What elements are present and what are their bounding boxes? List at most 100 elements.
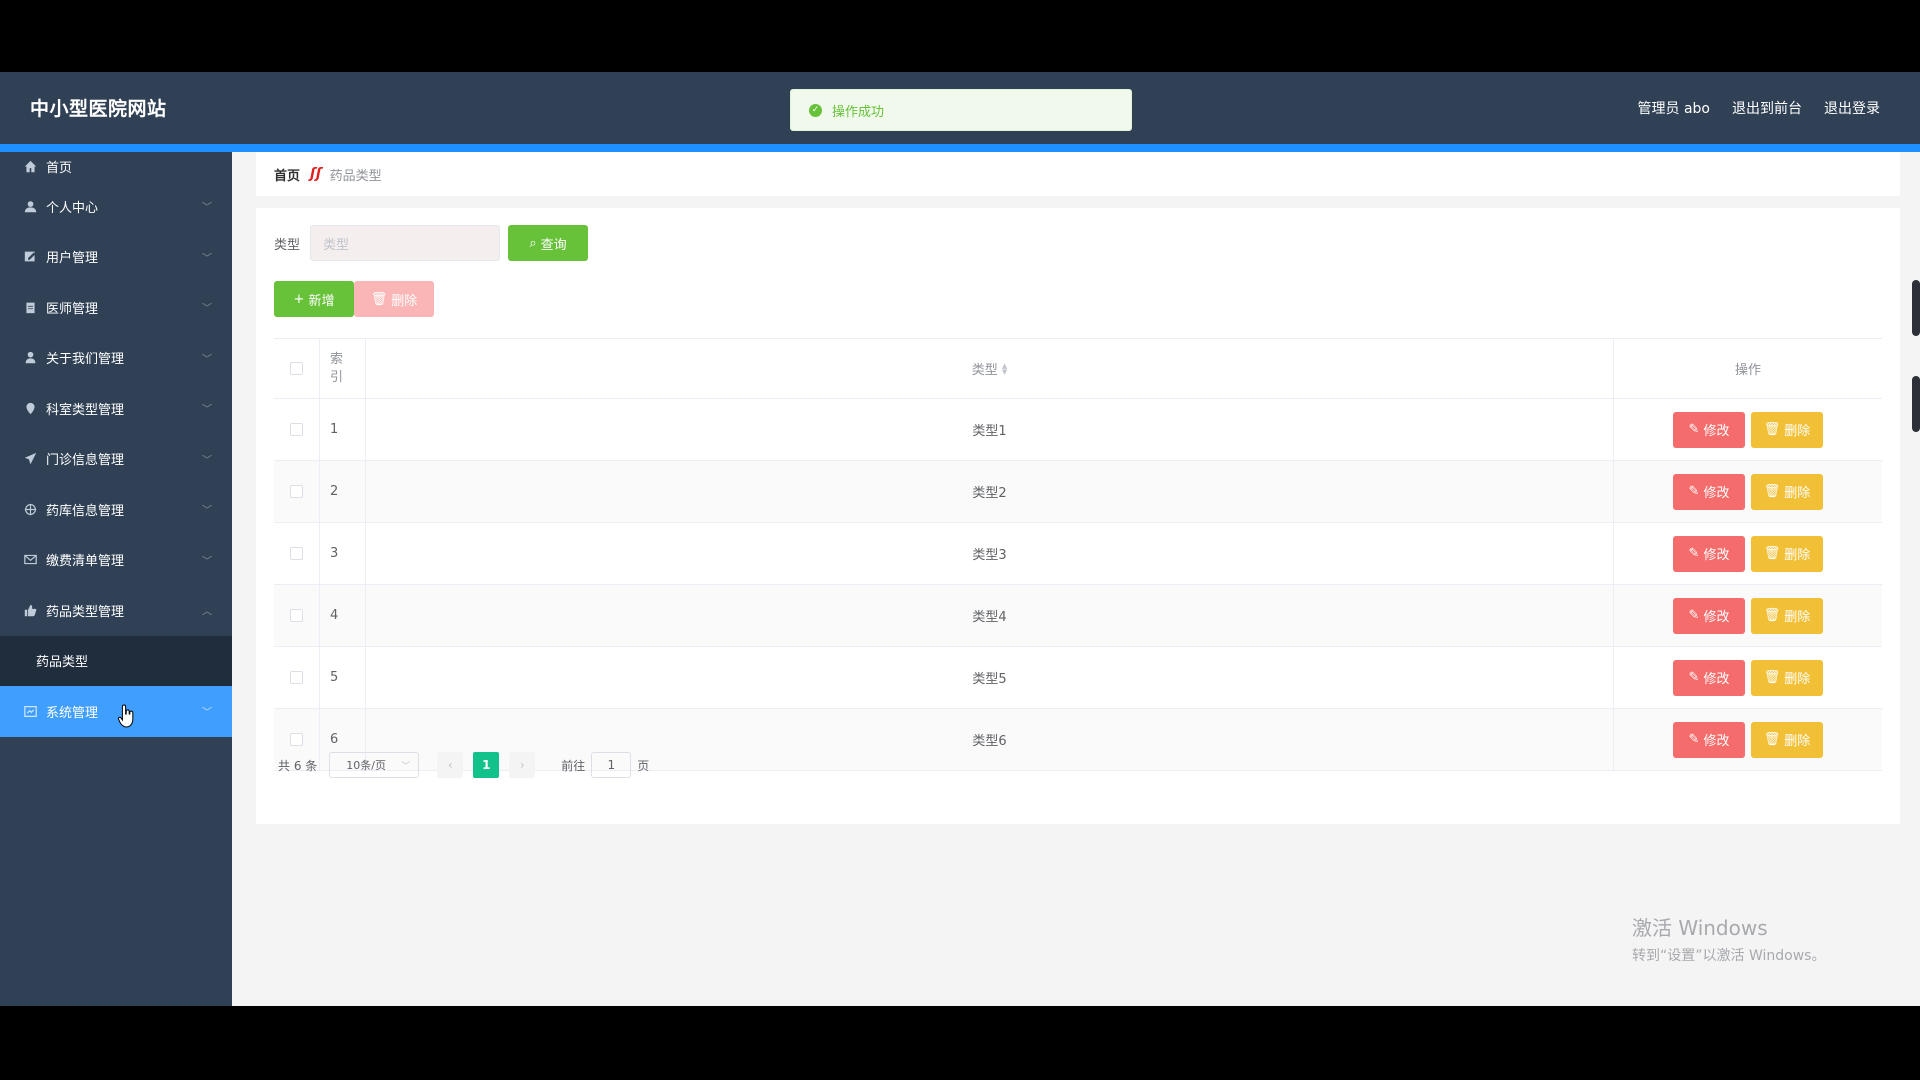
delete-button[interactable]: 🗑 删除 <box>1751 597 1823 634</box>
admin-user-label[interactable]: 管理员 abo <box>1638 98 1710 118</box>
header-type[interactable]: 类型 ▲ ▼ <box>366 339 1614 398</box>
scrollbar-thumb[interactable] <box>1912 376 1920 432</box>
select-all-checkbox[interactable] <box>290 362 303 375</box>
header-index: 索引 <box>320 339 366 398</box>
sidebar-item-label: 医师管理 <box>46 301 99 317</box>
sidebar-item-home[interactable]: 首页 <box>0 152 232 181</box>
batch-delete-button[interactable]: 🗑 删除 <box>354 281 434 317</box>
search-button[interactable]: ⌕ 查询 <box>508 225 589 261</box>
row-actions: ✎ 修改 🗑 删除 <box>1614 585 1882 646</box>
delete-button[interactable]: 🗑 删除 <box>1751 473 1823 510</box>
row-checkbox-cell <box>274 461 320 522</box>
prev-page-button[interactable]: ‹ <box>437 752 464 778</box>
chevron-down-icon: ﹀ <box>202 556 212 568</box>
row-index: 5 <box>320 647 366 708</box>
breadcrumb-home[interactable]: 首页 <box>274 165 300 184</box>
page-number-current[interactable]: 1 <box>473 752 500 778</box>
pagination: 共 6 条 10条/页 ﹀ ‹ 1 › 前往 1 页 <box>278 752 649 778</box>
row-actions: ✎ 修改 🗑 删除 <box>1614 647 1882 708</box>
sidebar-item-label: 药品类型管理 <box>46 604 125 620</box>
type-search-input[interactable]: 类型 <box>310 225 501 261</box>
add-button[interactable]: + 新增 <box>274 281 354 317</box>
sidebar-item-doctors[interactable]: 医师管理 ﹀ <box>0 282 232 333</box>
sidebar-item-label: 门诊信息管理 <box>46 453 125 469</box>
edit-label: 修改 <box>1703 548 1730 563</box>
next-page-button[interactable]: › <box>509 752 536 778</box>
sidebar-item-label: 科室类型管理 <box>46 402 125 418</box>
table-row: 1 类型1 ✎ 修改 🗑 删除 <box>274 399 1882 461</box>
trash-icon: 🗑 <box>370 291 388 307</box>
edit-label: 修改 <box>1703 424 1730 439</box>
edit-label: 修改 <box>1703 672 1730 687</box>
row-type: 类型2 <box>366 461 1614 522</box>
delete-label: 删除 <box>1784 672 1811 687</box>
header-type-label: 类型 <box>971 363 998 378</box>
sidebar-item-profile[interactable]: 个人中心 ﹀ <box>0 181 232 232</box>
sidebar-item-drug-types[interactable]: 药品类型管理 ︿ <box>0 585 232 636</box>
sidebar-item-system[interactable]: 系统管理 ﹀ <box>0 686 232 737</box>
sidebar-item-users[interactable]: 用户管理 ﹀ <box>0 232 232 283</box>
table-row: 3 类型3 ✎ 修改 🗑 删除 <box>274 523 1882 585</box>
row-checkbox[interactable] <box>290 609 303 622</box>
breadcrumb-separator-icon: ʃʃ <box>310 166 322 182</box>
sidebar-subitem-drug-type[interactable]: 药品类型 <box>0 635 232 686</box>
header-op-label: 操作 <box>1734 363 1761 378</box>
edit-button[interactable]: ✎ 修改 <box>1673 597 1745 634</box>
sidebar-menu: 首页 个人中心 ﹀ 用户管理 ﹀ 医师管理 ﹀ 关于我们管理 ﹀ 科室类型管理 … <box>0 152 232 1006</box>
person-icon <box>22 350 38 366</box>
row-type: 类型1 <box>366 399 1614 460</box>
drug-type-table: 索引 类型 ▲ ▼ 操作 1 类型1 ✎ 修改 🗑 删除 2 类型2 ✎ 修改 … <box>274 338 1882 771</box>
row-actions: ✎ 修改 🗑 删除 <box>1614 523 1882 584</box>
row-type: 类型3 <box>366 523 1614 584</box>
row-checkbox[interactable] <box>290 671 303 684</box>
check-circle-icon: ✓ <box>809 103 822 117</box>
search-label: 类型 <box>274 237 301 253</box>
delete-label: 删除 <box>1784 548 1811 563</box>
sidebar-item-departments[interactable]: 科室类型管理 ﹀ <box>0 383 232 434</box>
edit-button[interactable]: ✎ 修改 <box>1673 721 1745 758</box>
scrollbar-thumb[interactable] <box>1912 280 1920 336</box>
sidebar-item-outpatient[interactable]: 门诊信息管理 ﹀ <box>0 434 232 485</box>
delete-button[interactable]: 🗑 删除 <box>1751 411 1823 448</box>
exit-to-front-link[interactable]: 退出到前台 <box>1732 98 1802 118</box>
sidebar-item-pharmacy[interactable]: 药库信息管理 ﹀ <box>0 484 232 535</box>
search-form: 类型 类型 ⌕ 查询 <box>274 225 589 261</box>
watermark-title: 激活 Windows <box>1632 916 1768 940</box>
page-size-select[interactable]: 10条/页 ﹀ <box>329 752 420 778</box>
goto-page-input[interactable]: 1 <box>591 752 632 778</box>
row-checkbox-cell <box>274 399 320 460</box>
header-checkbox-cell <box>274 339 320 398</box>
delete-label: 删除 <box>1784 486 1811 501</box>
row-checkbox[interactable] <box>290 547 303 560</box>
sidebar-item-label: 首页 <box>46 161 73 176</box>
chevron-down-icon: ﹀ <box>202 253 212 265</box>
sidebar-item-billing[interactable]: 缴费清单管理 ﹀ <box>0 535 232 586</box>
delete-button[interactable]: 🗑 删除 <box>1751 721 1823 758</box>
pencil-icon: ✎ <box>1688 608 1700 623</box>
sidebar-item-about[interactable]: 关于我们管理 ﹀ <box>0 333 232 384</box>
edit-button[interactable]: ✎ 修改 <box>1673 659 1745 696</box>
delete-label: 删除 <box>1784 424 1811 439</box>
sort-icon[interactable]: ▲ ▼ <box>1002 362 1007 375</box>
row-checkbox[interactable] <box>290 733 303 746</box>
edit-button[interactable]: ✎ 修改 <box>1673 411 1745 448</box>
row-checkbox[interactable] <box>290 485 303 498</box>
row-checkbox-cell <box>274 647 320 708</box>
trash-icon: 🗑 <box>1763 732 1781 747</box>
chevron-down-icon: ﹀ <box>202 707 212 719</box>
row-checkbox[interactable] <box>290 423 303 436</box>
edit-button[interactable]: ✎ 修改 <box>1673 535 1745 572</box>
hand-cursor-icon <box>118 704 134 728</box>
delete-button[interactable]: 🗑 删除 <box>1751 535 1823 572</box>
delete-button[interactable]: 🗑 删除 <box>1751 659 1823 696</box>
pencil-icon: ✎ <box>1688 546 1700 561</box>
pencil-icon: ✎ <box>1688 422 1700 437</box>
delete-label: 删除 <box>1784 610 1811 625</box>
logout-link[interactable]: 退出登录 <box>1824 98 1880 118</box>
toast-message: 操作成功 <box>832 104 885 120</box>
row-actions: ✎ 修改 🗑 删除 <box>1614 461 1882 522</box>
sidebar-item-label: 药品类型 <box>36 655 89 671</box>
edit-label: 修改 <box>1703 610 1730 625</box>
edit-button[interactable]: ✎ 修改 <box>1673 473 1745 510</box>
sidebar-item-label: 系统管理 <box>46 705 99 721</box>
